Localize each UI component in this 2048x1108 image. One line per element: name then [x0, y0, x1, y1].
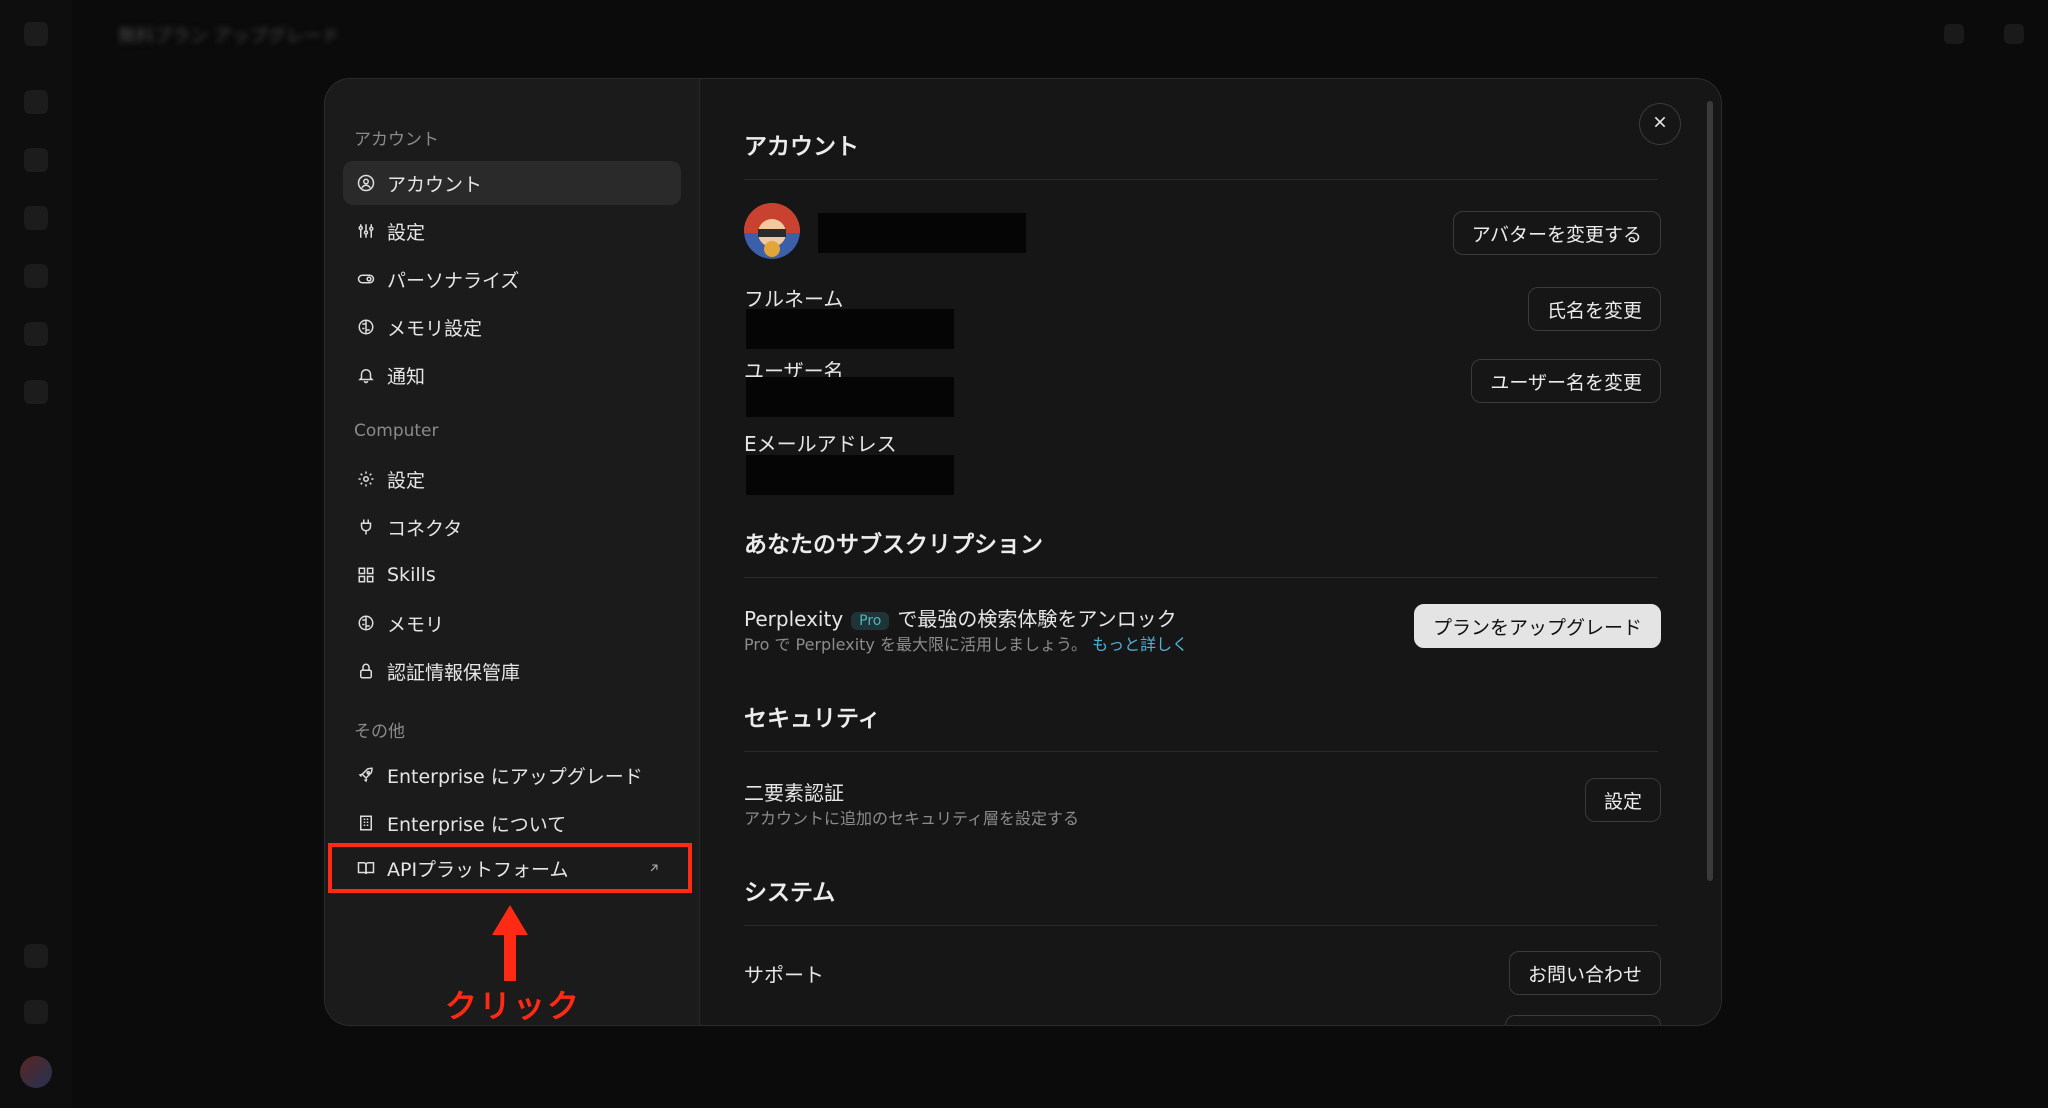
- subscription-heading: あなたのサブスクリプション: [744, 532, 1043, 558]
- subscription-headline-text: で最強の検索体験をアンロック: [897, 607, 1177, 631]
- background-topbar: [72, 0, 2048, 66]
- redacted-email: [746, 455, 954, 495]
- blocks-icon: [357, 566, 375, 584]
- sidebar-item-computer-settings[interactable]: 設定: [343, 457, 681, 501]
- twofa-label: 二要素認証: [744, 781, 844, 805]
- twofa-setup-button[interactable]: 設定: [1584, 778, 1661, 822]
- close-icon: [1652, 114, 1668, 134]
- upgrade-plan-button[interactable]: プランをアップグレード: [1413, 604, 1661, 648]
- change-name-button[interactable]: 氏名を変更: [1527, 287, 1661, 331]
- subscription-subtext-body: Pro で Perplexity を最大限に活用しましょう。: [744, 635, 1088, 654]
- section-title-other: その他: [354, 722, 405, 742]
- redacted-fullname: [746, 309, 954, 349]
- sidebar-item-notifications[interactable]: 通知: [343, 353, 681, 397]
- sliders-icon: [357, 222, 375, 240]
- building-icon: [357, 814, 375, 832]
- rail-extra-icon: [24, 380, 48, 404]
- divider: [744, 751, 1658, 752]
- contact-button[interactable]: お問い合わせ: [1508, 951, 1661, 995]
- sidebar-item-label: メモリ: [387, 613, 445, 636]
- brain-icon: [357, 318, 375, 336]
- sidebar-item-memory[interactable]: メモリ: [343, 601, 681, 645]
- rail-more-icon: [24, 322, 48, 346]
- sidebar-item-label: アカウント: [387, 173, 483, 196]
- rail-home-icon: [24, 90, 48, 114]
- rail-notifications-icon: [24, 944, 48, 968]
- sidebar-item-skills[interactable]: Skills: [343, 553, 681, 597]
- redacted-username: [746, 377, 954, 417]
- bell-icon: [357, 366, 375, 384]
- sidebar-item-label: 認証情報保管庫: [387, 661, 521, 684]
- sidebar-item-label: 通知: [387, 365, 426, 388]
- rail-spaces-icon: [24, 206, 48, 230]
- redacted-display-name: [818, 213, 1026, 253]
- topbar-share-icon: [1944, 24, 1964, 44]
- sidebar-item-label: パーソナライズ: [387, 269, 520, 292]
- section-title-computer: Computer: [354, 421, 439, 441]
- user-circle-icon: [357, 174, 375, 192]
- background-nav-rail: [0, 0, 72, 1108]
- account-heading: アカウント: [744, 134, 859, 160]
- sidebar-item-label: Skills: [387, 564, 436, 586]
- highlight-box: [328, 843, 692, 893]
- sidebar-item-personalize[interactable]: パーソナライズ: [343, 257, 681, 301]
- brain-icon: [357, 614, 375, 632]
- sidebar-item-connectors[interactable]: コネクタ: [343, 505, 681, 549]
- learn-more-link[interactable]: もっと詳しく: [1092, 635, 1188, 654]
- security-heading: セキュリティ: [744, 706, 881, 732]
- sidebar-item-label: コネクタ: [387, 517, 463, 540]
- lock-icon: [357, 662, 375, 680]
- change-username-button[interactable]: ユーザー名を変更: [1471, 359, 1661, 403]
- app-logo-icon: [24, 22, 48, 46]
- plug-icon: [357, 518, 375, 536]
- rail-library-icon: [24, 264, 48, 288]
- divider: [744, 925, 1658, 926]
- click-annotation: クリック: [445, 987, 582, 1025]
- avatar: [744, 203, 800, 259]
- brand-name: Perplexity: [744, 607, 844, 631]
- settings-content: アカウント アバターを変更する フルネーム 氏名を変更 ユーザー名 ユーザー名を…: [700, 79, 1721, 1025]
- sidebar-item-preferences[interactable]: 設定: [343, 209, 681, 253]
- pro-badge: Pro: [851, 611, 890, 630]
- sidebar-item-label: Enterprise にアップグレード: [387, 765, 643, 788]
- sidebar-item-label: Enterprise について: [387, 813, 567, 836]
- sidebar-item-memory-settings[interactable]: メモリ設定: [343, 305, 681, 349]
- rail-avatar: [20, 1056, 52, 1088]
- settings-modal: アカウント アカウント 設定 パーソナライズ メモリ設定 通知 Computer…: [324, 78, 1722, 1026]
- cut-off-button[interactable]: [1505, 1015, 1661, 1025]
- close-button[interactable]: [1639, 103, 1681, 145]
- twofa-description: アカウントに追加のセキュリティ層を設定する: [744, 809, 1080, 828]
- sidebar-item-credential-vault[interactable]: 認証情報保管庫: [343, 649, 681, 693]
- divider: [744, 179, 1658, 180]
- subscription-subtext: Pro で Perplexity を最大限に活用しましょう。 もっと詳しく: [744, 631, 1188, 655]
- toggle-icon: [357, 270, 375, 288]
- email-label: Eメールアドレス: [744, 432, 897, 456]
- subscription-headline: Perplexity Pro で最強の検索体験をアンロック: [744, 603, 1177, 632]
- rocket-icon: [357, 766, 375, 784]
- sidebar-item-label: 設定: [387, 469, 426, 492]
- background-title: 無料プラン アップグレード: [118, 26, 340, 47]
- support-label: サポート: [744, 963, 824, 987]
- change-avatar-button[interactable]: アバターを変更する: [1452, 211, 1661, 255]
- topbar-menu-icon: [2004, 24, 2024, 44]
- settings-sidebar: アカウント アカウント 設定 パーソナライズ メモリ設定 通知 Computer…: [325, 79, 700, 1025]
- fullname-label: フルネーム: [744, 287, 844, 311]
- sidebar-item-account[interactable]: アカウント: [343, 161, 681, 205]
- sidebar-item-label: 設定: [387, 221, 426, 244]
- rail-settings-icon: [24, 1000, 48, 1024]
- gear-icon: [357, 470, 375, 488]
- system-heading: システム: [744, 880, 836, 906]
- section-title-account: アカウント: [354, 130, 439, 150]
- sidebar-item-upgrade-enterprise[interactable]: Enterprise にアップグレード: [343, 753, 681, 797]
- arrow-up-icon: [490, 905, 530, 985]
- divider: [744, 577, 1658, 578]
- sidebar-item-about-enterprise[interactable]: Enterprise について: [343, 801, 681, 845]
- rail-discover-icon: [24, 148, 48, 172]
- scrollbar[interactable]: [1707, 101, 1713, 881]
- sidebar-item-label: メモリ設定: [387, 317, 483, 340]
